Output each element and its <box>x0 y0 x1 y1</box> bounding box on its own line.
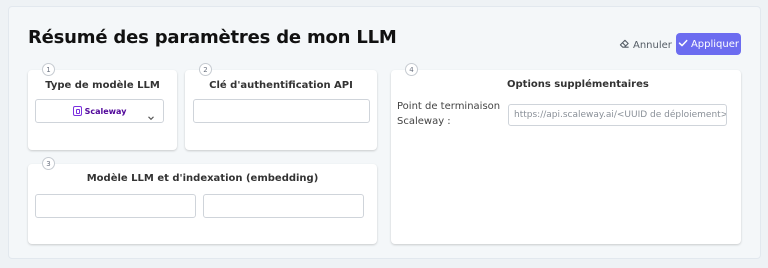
model-type-card: 1 Type de modèle LLM Scaleway <box>28 63 177 150</box>
model-type-title: Type de modèle LLM <box>45 80 160 91</box>
api-key-input[interactable] <box>193 99 370 123</box>
embedding-card: 3 Modèle LLM et d'indexation (embedding) <box>28 157 377 244</box>
step-number: 3 <box>42 157 55 170</box>
step-number: 2 <box>199 63 212 76</box>
cancel-button[interactable]: Annuler <box>619 38 672 52</box>
apply-label: Appliquer <box>690 38 740 50</box>
model-type-select[interactable]: Scaleway <box>35 99 164 123</box>
api-key-card: 2 Clé d'authentification API <box>185 63 377 150</box>
endpoint-label-line1: Point de terminaison <box>397 101 501 112</box>
llm-model-input[interactable] <box>35 194 196 218</box>
apply-button[interactable]: Appliquer <box>676 33 741 55</box>
embedding-title: Modèle LLM et d'indexation (embedding) <box>86 173 319 184</box>
endpoint-label: Point de terminaison Scaleway : <box>397 99 500 129</box>
step-number: 4 <box>405 63 418 76</box>
embedding-model-input[interactable] <box>203 194 364 218</box>
scaleway-logo-icon <box>72 106 82 116</box>
scaleway-brand: Scaleway <box>72 106 127 116</box>
api-key-title: Clé d'authentification API <box>209 80 353 91</box>
options-title: Options supplémentaires <box>507 79 649 90</box>
chevron-down-icon <box>147 107 155 121</box>
step-number: 1 <box>42 63 55 76</box>
endpoint-label-line2: Scaleway : <box>397 116 451 127</box>
endpoint-input[interactable]: https://api.scaleway.ai/<UUID de déploie… <box>508 104 727 126</box>
cancel-label: Annuler <box>633 39 672 51</box>
page-title: Résumé des paramètres de mon LLM <box>28 27 397 48</box>
options-card: 4 Options supplémentaires Point de termi… <box>391 63 741 244</box>
check-icon <box>678 38 688 51</box>
selected-value: Scaleway <box>84 106 127 116</box>
eraser-icon <box>619 38 630 52</box>
